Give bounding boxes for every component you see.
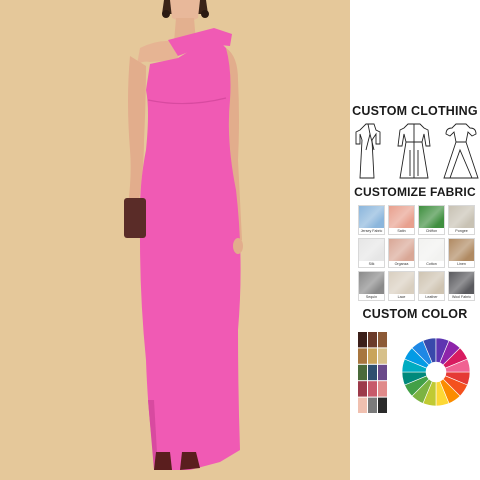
earring-left: [162, 10, 170, 18]
fabric-swatch: Leather: [418, 271, 445, 301]
fabric-swatch: Silk: [358, 238, 385, 268]
custom-color-heading: CUSTOM COLOR: [362, 307, 468, 321]
customization-panel: CUSTOM CLOTHING CUSTOMIZE FABRIC Jersey …: [350, 0, 480, 480]
model-in-dress-illustration: [124, 0, 243, 470]
fabric-swatch: Wool Fabric: [448, 271, 475, 301]
thread-color-sample: [378, 364, 387, 381]
thread-color-sample: [358, 348, 367, 364]
custom-clothing-heading: CUSTOM CLOTHING: [352, 104, 478, 118]
thread-color-sample: [368, 332, 377, 348]
customize-fabric-heading: CUSTOMIZE FABRIC: [354, 185, 476, 199]
thread-color-sample: [368, 348, 377, 364]
fabric-swatch: Sequin: [358, 271, 385, 301]
product-listing-image: CUSTOM CLOTHING CUSTOMIZE FABRIC Jersey …: [0, 0, 480, 480]
fabric-swatch: Jersey Fabric: [358, 205, 385, 235]
thread-color-sample: [358, 381, 367, 397]
fabric-swatch-label: Leather: [419, 294, 444, 300]
earring-right: [201, 10, 209, 18]
fabric-swatch: Cotton: [418, 238, 445, 268]
fabric-swatch-label: Satin: [389, 228, 414, 234]
clothing-sketches: [355, 123, 479, 179]
thread-color-sample: [368, 381, 377, 397]
fabric-swatch: Satin: [388, 205, 415, 235]
thread-color-sample: [378, 332, 387, 348]
fabric-swatch-label: Wool Fabric: [449, 294, 474, 300]
thread-color-sample: [378, 397, 387, 413]
color-samples: [358, 332, 471, 413]
fabric-swatch-label: Cotton: [419, 261, 444, 267]
fabric-swatch-label: Chiffon: [419, 228, 444, 234]
fabric-swatch-label: Sequin: [359, 294, 384, 300]
fabric-swatch: Chiffon: [418, 205, 445, 235]
fabric-swatch: Linen: [448, 238, 475, 268]
product-photo: [0, 0, 350, 480]
fabric-swatch-label: Silk: [359, 261, 384, 267]
fabric-swatch: Lace: [388, 271, 415, 301]
sketch-wrap-dress: [355, 123, 381, 179]
thread-color-sample: [358, 397, 367, 413]
sketch-puff-sleeve-dress: [443, 123, 479, 179]
hand-right: [233, 238, 243, 254]
fabric-swatch-label: Pongee: [449, 228, 474, 234]
fabric-swatch-label: Organza: [389, 261, 414, 267]
thread-color-sample: [358, 332, 367, 348]
fabric-swatch-label: Lace: [389, 294, 414, 300]
fabric-swatch-label: Jersey Fabric: [359, 228, 384, 234]
fabric-swatch-grid: Jersey Fabric Satin Chiffon Pongee Silk Organ…: [358, 205, 476, 301]
fabric-swatch: Pongee: [448, 205, 475, 235]
fabric-swatch: Organza: [388, 238, 415, 268]
clutch-bag: [124, 198, 146, 238]
thread-color-sample: [378, 381, 387, 397]
thread-color-sample: [368, 364, 377, 381]
thread-color-sample: [378, 348, 387, 364]
thread-color-sample: [358, 364, 367, 381]
thread-color-sample: [368, 397, 377, 413]
fabric-swatch-label: Linen: [449, 261, 474, 267]
shoe-left: [154, 452, 172, 470]
sketch-shirt-dress: [397, 123, 431, 179]
color-wheel-center: [426, 362, 446, 382]
